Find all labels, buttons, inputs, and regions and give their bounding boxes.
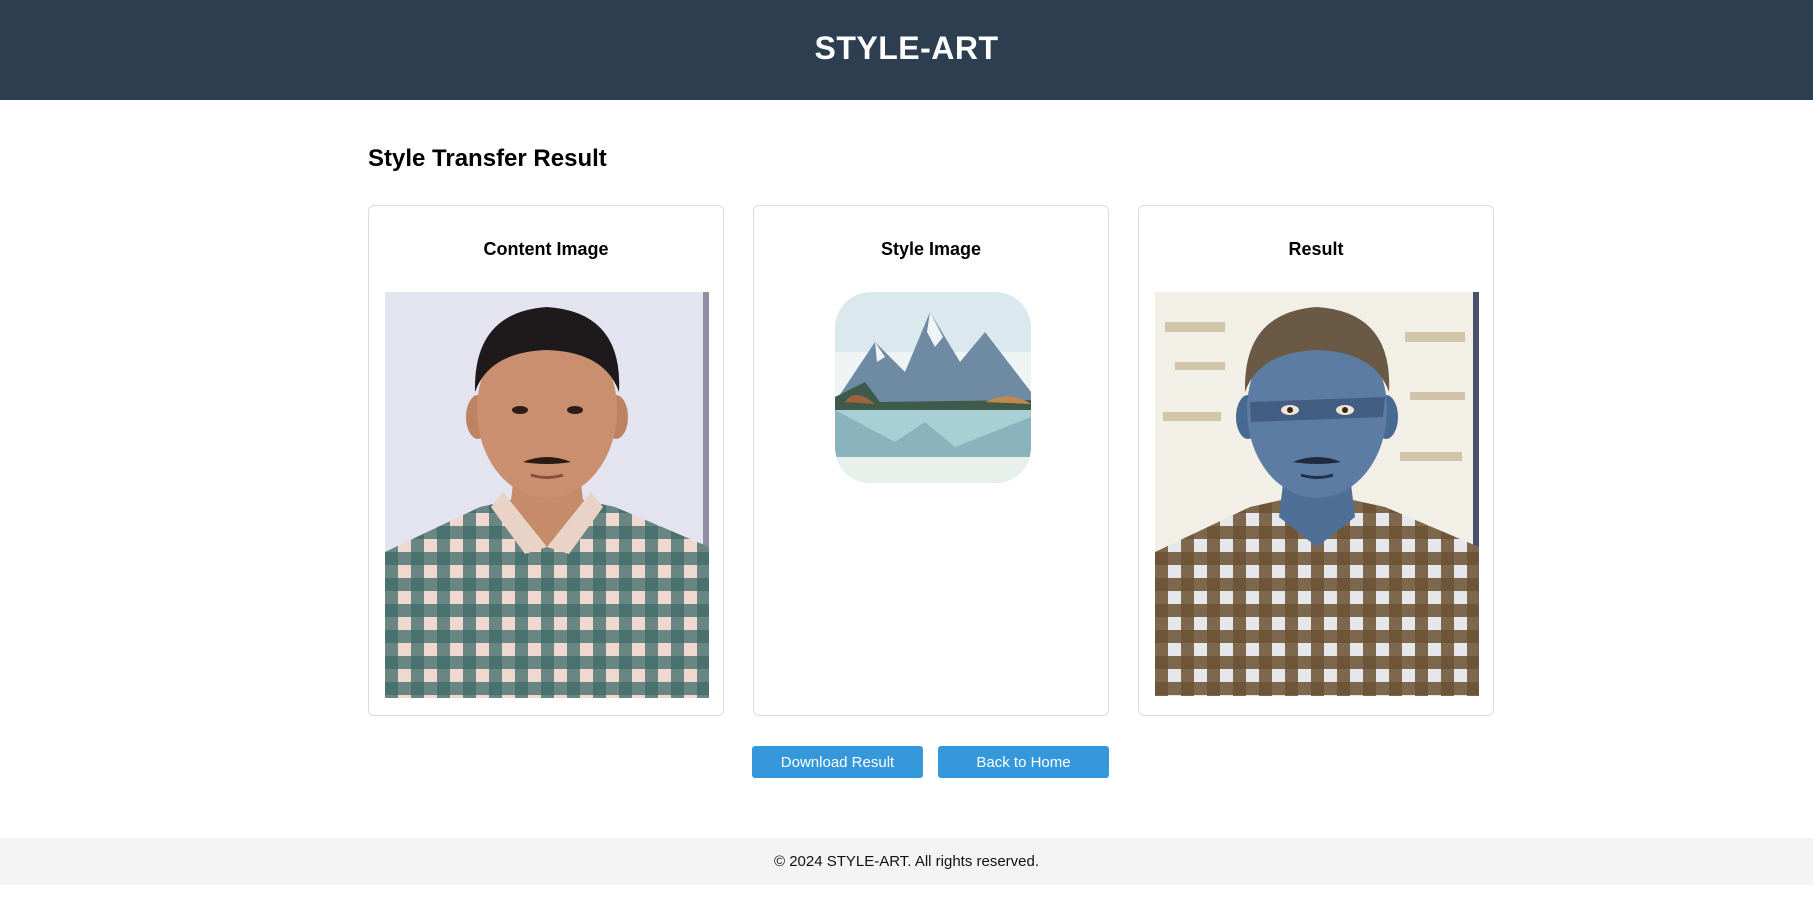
content-image-card: Content Image (368, 205, 724, 716)
site-footer: © 2024 STYLE-ART. All rights reserved. (0, 838, 1813, 885)
download-result-button[interactable]: Download Result (752, 746, 923, 778)
content-image-heading: Content Image (483, 239, 609, 259)
result-card: Result (1138, 205, 1494, 716)
copyright-text: © 2024 STYLE-ART. All rights reserved. (773, 853, 1040, 870)
result-heading: Result (1288, 239, 1344, 259)
site-title: STYLE-ART (814, 29, 999, 66)
content-image (385, 292, 709, 698)
back-to-home-button[interactable]: Back to Home (938, 746, 1109, 778)
style-image-heading: Style Image (880, 239, 982, 259)
result-image (1155, 292, 1479, 696)
page-title: Style Transfer Result (368, 145, 607, 172)
style-image (835, 292, 1031, 483)
style-image-card: Style Image (753, 205, 1109, 716)
site-header: STYLE-ART (0, 0, 1813, 100)
